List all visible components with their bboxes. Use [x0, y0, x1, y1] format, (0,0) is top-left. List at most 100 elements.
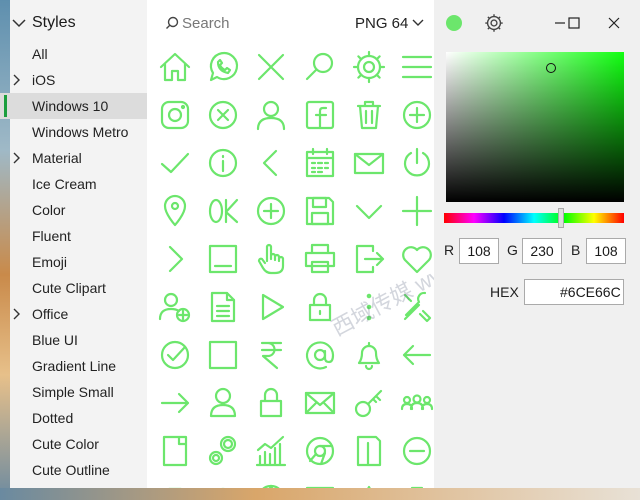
sidebar-item-label: Color: [32, 202, 66, 218]
add-user-icon[interactable]: [155, 287, 195, 327]
user-avatar-icon[interactable]: [203, 383, 243, 423]
hue-slider[interactable]: [444, 213, 624, 223]
hex-input[interactable]: #6CE66C: [524, 279, 624, 305]
calendar-icon[interactable]: [300, 143, 340, 183]
desktop-background-bottom: [0, 488, 640, 500]
document-icon[interactable]: [203, 287, 243, 327]
chrome-icon[interactable]: [300, 431, 340, 471]
sidebar-item-label: Windows Metro: [32, 124, 129, 140]
logout-icon[interactable]: [349, 239, 389, 279]
menu-icon[interactable]: [397, 47, 437, 87]
chevron-right-icon[interactable]: [12, 73, 22, 87]
chevron-right-icon[interactable]: [12, 307, 22, 321]
sidebar-item[interactable]: All: [0, 41, 147, 67]
tablet-icon[interactable]: [349, 431, 389, 471]
check-circle-icon[interactable]: [155, 335, 195, 375]
g-input[interactable]: 230: [522, 238, 562, 264]
sidebar-item[interactable]: Gradient Line: [0, 353, 147, 379]
format-dropdown[interactable]: PNG 64: [355, 10, 424, 36]
picker-cursor[interactable]: [546, 63, 556, 73]
more-vertical-icon[interactable]: [349, 287, 389, 327]
hue-slider-thumb[interactable]: [558, 208, 564, 228]
left-arrow-icon[interactable]: [397, 335, 437, 375]
home-icon[interactable]: [155, 47, 195, 87]
info-icon[interactable]: [203, 143, 243, 183]
chevron-right-icon[interactable]: [12, 151, 22, 165]
sidebar-item[interactable]: Simple Small: [0, 379, 147, 405]
sidebar-item-label: Blue UI: [32, 332, 78, 348]
right-arrow-icon[interactable]: [155, 383, 195, 423]
back-chevron-icon[interactable]: [251, 143, 291, 183]
key-icon[interactable]: [349, 383, 389, 423]
cancel-circle-icon[interactable]: [203, 95, 243, 135]
sidebar-item[interactable]: Cute Outline: [0, 457, 147, 483]
sidebar-item[interactable]: iOS: [0, 67, 147, 93]
sidebar-item[interactable]: Cute Color: [0, 431, 147, 457]
facebook-icon[interactable]: [300, 95, 340, 135]
sidebar-item[interactable]: Office: [0, 301, 147, 327]
square-icon[interactable]: [203, 335, 243, 375]
chart-increasing-icon[interactable]: [251, 431, 291, 471]
envelope-icon[interactable]: [300, 383, 340, 423]
power-icon[interactable]: [397, 143, 437, 183]
sidebar-item-label: Cute Outline: [32, 462, 110, 478]
minimize-window-icon[interactable]: [203, 239, 243, 279]
chevron-down-icon[interactable]: [349, 191, 389, 231]
plus-icon[interactable]: [397, 191, 437, 231]
sidebar-item-label: Cute Color: [32, 436, 99, 452]
at-sign-icon[interactable]: [300, 335, 340, 375]
icon-grid-panel: Search PNG 64 西域传媒 www.xyzs.com/cs: [147, 0, 574, 500]
mail-icon[interactable]: [349, 143, 389, 183]
sidebar-item[interactable]: Blue UI: [0, 327, 147, 353]
save-icon[interactable]: [300, 191, 340, 231]
print-icon[interactable]: [300, 239, 340, 279]
heart-icon[interactable]: [397, 239, 437, 279]
user-icon[interactable]: [251, 95, 291, 135]
group-icon[interactable]: [397, 383, 437, 423]
g-label: G: [507, 242, 518, 258]
gears-icon[interactable]: [203, 431, 243, 471]
sidebar-item[interactable]: Color: [0, 197, 147, 223]
sidebar-item[interactable]: Dotted: [0, 405, 147, 431]
play-icon[interactable]: [251, 287, 291, 327]
sidebar-item[interactable]: Material: [0, 145, 147, 171]
lock-icon[interactable]: [300, 287, 340, 327]
r-input[interactable]: 108: [459, 238, 499, 264]
add-circle-icon[interactable]: [397, 95, 437, 135]
hand-cursor-icon[interactable]: [251, 239, 291, 279]
instagram-icon[interactable]: [155, 95, 195, 135]
sidebar-item[interactable]: Windows Metro: [0, 119, 147, 145]
sidebar-item[interactable]: Windows 10: [0, 93, 147, 119]
tools-icon[interactable]: [397, 287, 437, 327]
checkmark-icon[interactable]: [155, 143, 195, 183]
forward-chevron-icon[interactable]: [155, 239, 195, 279]
maximize-button[interactable]: [560, 10, 588, 36]
plus-circle-icon[interactable]: [251, 191, 291, 231]
close-button[interactable]: [600, 10, 628, 36]
close-x-icon[interactable]: [251, 47, 291, 87]
whatsapp-icon[interactable]: [203, 47, 243, 87]
b-input[interactable]: 108: [586, 238, 626, 264]
search-box[interactable]: Search: [165, 10, 335, 36]
location-icon[interactable]: [155, 191, 195, 231]
styles-header[interactable]: Styles: [0, 6, 147, 40]
rupee-icon[interactable]: [251, 335, 291, 375]
lock-closed-icon[interactable]: [251, 383, 291, 423]
settings-icon[interactable]: [349, 47, 389, 87]
file-icon[interactable]: [155, 431, 195, 471]
search-icon[interactable]: [300, 47, 340, 87]
bell-icon[interactable]: [349, 335, 389, 375]
trash-icon[interactable]: [349, 95, 389, 135]
sidebar-item[interactable]: Fluent: [0, 223, 147, 249]
sidebar-item-label: iOS: [32, 72, 56, 88]
minus-circle-icon[interactable]: [397, 431, 437, 471]
current-color-swatch[interactable]: [446, 15, 462, 31]
gear-icon[interactable]: [483, 12, 505, 34]
sidebar-item[interactable]: Emoji: [0, 249, 147, 275]
saturation-value-picker[interactable]: [446, 52, 624, 202]
sidebar-item[interactable]: Cute Clipart: [0, 275, 147, 301]
sidebar-item[interactable]: Ice Cream: [0, 171, 147, 197]
chevron-down-icon: [12, 18, 26, 28]
chevron-down-icon: [412, 19, 424, 26]
ok-icon[interactable]: [203, 191, 243, 231]
